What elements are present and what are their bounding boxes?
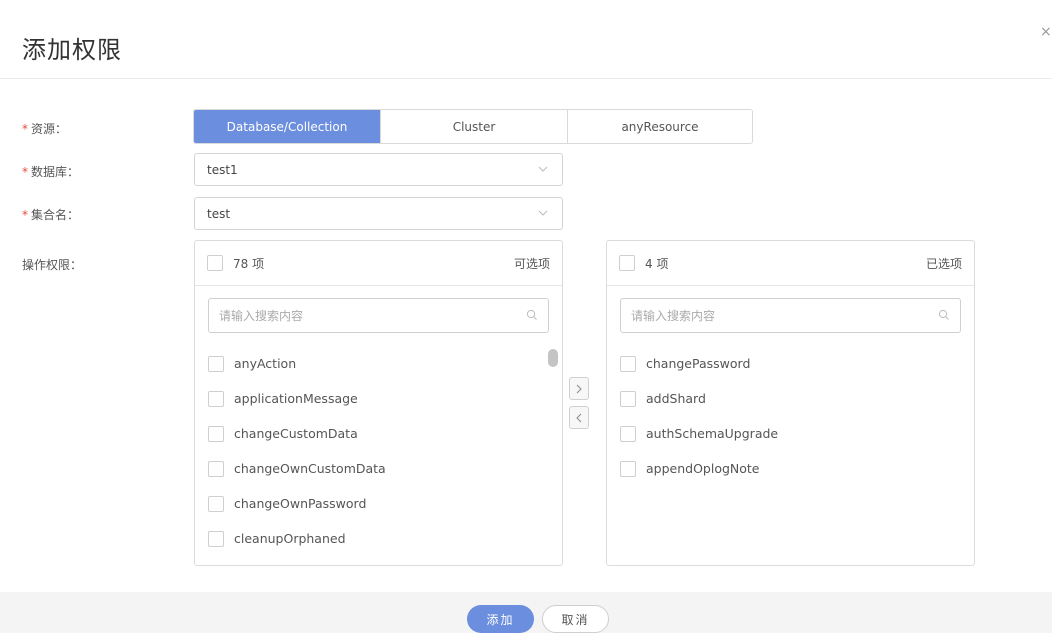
required-mark: *: [22, 165, 28, 179]
chevron-down-icon: [538, 166, 548, 172]
list-item[interactable]: changeOwnPassword: [208, 486, 538, 521]
close-icon[interactable]: ×: [1040, 24, 1052, 40]
permissions-label: 操作权限：: [22, 258, 83, 272]
collection-label-text: 集合名：: [31, 208, 80, 222]
item-checkbox[interactable]: [208, 530, 224, 547]
item-checkbox[interactable]: [208, 425, 224, 442]
database-label-text: 数据库：: [31, 165, 80, 179]
resource-option-cluster[interactable]: Cluster: [381, 110, 568, 143]
chevron-left-icon: [576, 413, 582, 422]
available-items: anyAction applicationMessage changeCusto…: [208, 346, 538, 567]
available-search-input[interactable]: 请输入搜索内容: [208, 298, 549, 333]
list-item[interactable]: cleanupOrphaned: [208, 521, 538, 556]
chevron-down-icon: [538, 210, 548, 216]
item-checkbox[interactable]: [620, 425, 636, 442]
list-item[interactable]: applicationMessage: [208, 381, 538, 416]
list-item[interactable]: addShard: [620, 381, 950, 416]
collection-select[interactable]: test: [194, 197, 563, 230]
select-all-checkbox[interactable]: [207, 255, 223, 271]
resource-segmented-control: Database/Collection Cluster anyResource: [193, 109, 753, 144]
list-item[interactable]: changeOwnCustomData: [208, 451, 538, 486]
collection-select-value: test: [207, 206, 231, 221]
dialog-title: 添加权限: [22, 36, 122, 64]
select-all-checkbox[interactable]: [619, 255, 635, 271]
header-divider: [0, 78, 1052, 79]
item-checkbox[interactable]: [620, 390, 636, 407]
selected-count: 4 项: [645, 256, 669, 271]
item-checkbox[interactable]: [208, 566, 224, 567]
item-checkbox[interactable]: [620, 460, 636, 477]
item-label: anyAction: [234, 356, 297, 371]
list-item[interactable]: changeCustomData: [208, 416, 538, 451]
database-label: * 数据库：: [22, 163, 79, 180]
list-item[interactable]: changePassword: [620, 346, 950, 381]
chevron-right-icon: [576, 384, 582, 393]
collection-label: * 集合名：: [22, 206, 79, 223]
item-checkbox[interactable]: [620, 355, 636, 372]
database-select-value: test1: [207, 162, 238, 177]
item-label: changeOwnCustomData: [234, 461, 386, 476]
item-checkbox[interactable]: [208, 390, 224, 407]
item-label: addShard: [646, 391, 706, 406]
selected-list-header: 4 项 已选项: [607, 241, 974, 286]
list-item[interactable]: authSchemaUpgrade: [620, 416, 950, 451]
resource-label: * 资源：: [22, 120, 67, 137]
item-checkbox[interactable]: [208, 355, 224, 372]
available-search-placeholder: 请输入搜索内容: [219, 309, 304, 323]
required-mark: *: [22, 122, 28, 136]
item-checkbox[interactable]: [208, 495, 224, 512]
item-label: changePassword: [646, 356, 751, 371]
resource-label-text: 资源：: [31, 122, 68, 136]
move-left-button[interactable]: [569, 406, 589, 429]
item-label: changeOwnPassword: [234, 496, 367, 511]
search-icon: [938, 309, 949, 320]
database-select[interactable]: test1: [194, 153, 563, 186]
move-right-button[interactable]: [569, 377, 589, 400]
required-mark: *: [22, 208, 28, 222]
item-checkbox[interactable]: [208, 460, 224, 477]
item-label: applicationMessage: [234, 391, 358, 406]
item-label: appendOplogNote: [646, 461, 760, 476]
add-button[interactable]: 添加: [467, 605, 534, 633]
available-list-panel: 78 项 可选项 请输入搜索内容 anyAction applicationMe…: [194, 240, 563, 566]
available-list-header: 78 项 可选项: [195, 241, 562, 286]
scrollbar-thumb[interactable]: [548, 349, 558, 367]
item-label: cleanupOrphaned: [234, 531, 346, 546]
item-label: changeCustomData: [234, 426, 358, 441]
resource-option-any-resource[interactable]: anyResource: [568, 110, 752, 143]
item-label: authSchemaUpgrade: [646, 426, 779, 441]
selected-search-input[interactable]: 请输入搜索内容: [620, 298, 961, 333]
selected-items: changePassword addShard authSchemaUpgrad…: [620, 346, 950, 486]
list-item[interactable]: appendOplogNote: [620, 451, 950, 486]
cancel-button[interactable]: 取消: [542, 605, 609, 633]
list-item-partial[interactable]: [208, 556, 538, 567]
available-count: 78 项: [233, 256, 265, 271]
search-icon: [526, 309, 537, 320]
resource-option-database-collection[interactable]: Database/Collection: [194, 110, 381, 143]
available-list-title: 可选项: [513, 256, 550, 271]
list-item[interactable]: anyAction: [208, 346, 538, 381]
selected-list-panel: 4 项 已选项 请输入搜索内容 changePassword addShard …: [606, 240, 975, 566]
selected-search-placeholder: 请输入搜索内容: [631, 309, 716, 323]
selected-list-title: 已选项: [925, 256, 962, 271]
